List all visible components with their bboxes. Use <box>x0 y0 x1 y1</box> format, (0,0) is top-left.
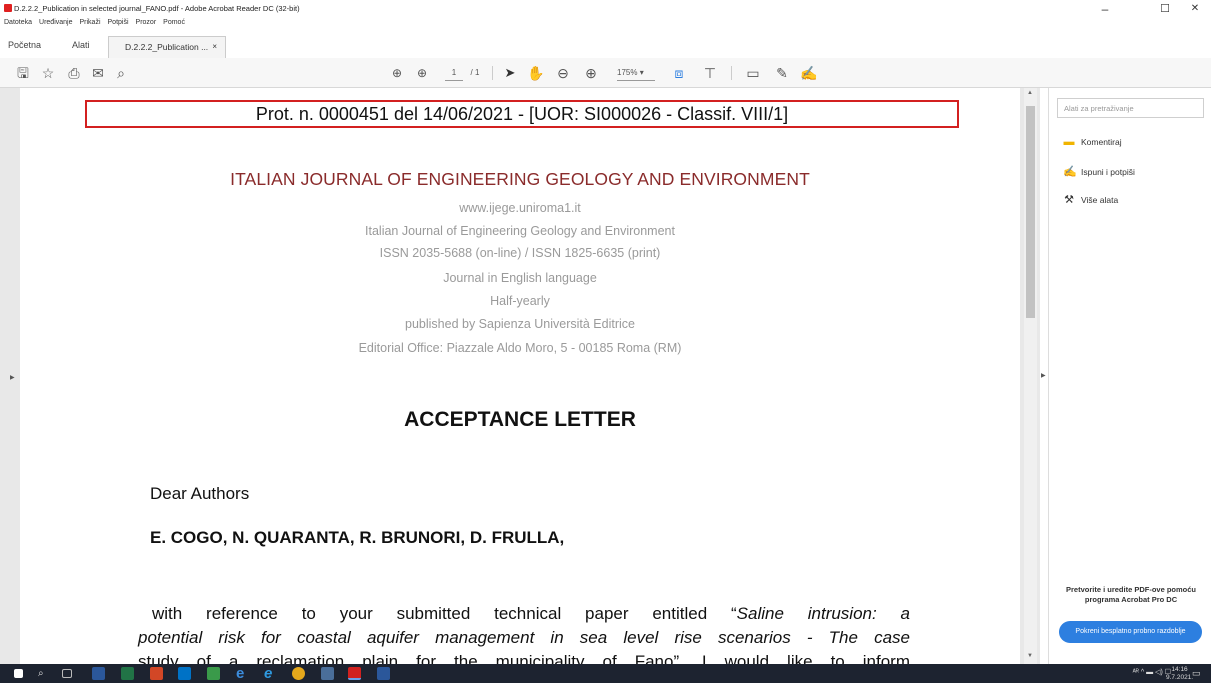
page-total: / 1 <box>470 68 480 77</box>
fit-page-icon[interactable]: ⧈ <box>668 65 690 81</box>
info-line: Journal in English language <box>443 271 597 285</box>
window-title: D.2.2.2_Publication in selected journal_… <box>14 4 300 13</box>
vertical-scrollbar[interactable]: ▲ ▼ <box>1024 88 1037 664</box>
tool-comment[interactable]: ▬ Komentiraj <box>1063 136 1122 148</box>
info-line: www.ijege.uniroma1.it <box>459 201 581 215</box>
page-number-input[interactable]: 1 <box>445 65 463 81</box>
info-line: Editorial Office: Piazzale Aldo Moro, 5 … <box>358 341 682 355</box>
right-pane-toggle-icon[interactable]: ▶ <box>1041 372 1046 379</box>
fill-sign-icon: ✍ <box>1063 166 1077 178</box>
comment-icon: ▬ <box>1063 136 1075 148</box>
tools-search-input[interactable]: Alati za pretraživanje <box>1057 98 1204 118</box>
bookmark-star-icon[interactable]: ☆ <box>40 65 56 81</box>
body-line-1: with reference to your submitted technic… <box>138 604 910 624</box>
close-tab-icon[interactable]: × <box>212 42 217 51</box>
body-line-3: study of a reclamation plain for the mun… <box>138 652 910 664</box>
word-icon[interactable] <box>92 667 105 680</box>
tab-tools[interactable]: Alati <box>72 40 90 50</box>
journal-title: ITALIAN JOURNAL OF ENGINEERING GEOLOGY A… <box>230 169 810 189</box>
outlook-icon[interactable] <box>178 667 191 680</box>
menu-uredivanje[interactable]: Uređivanje <box>39 19 72 26</box>
acrobat-taskbar-icon[interactable] <box>348 667 361 680</box>
author-list: E. COGO, N. QUARANTA, R. BRUNORI, D. FRU… <box>150 528 565 547</box>
close-button[interactable]: ✕ <box>1180 0 1210 18</box>
tool-comment-label: Komentiraj <box>1081 137 1122 147</box>
sign-icon[interactable]: ✍ <box>800 65 818 81</box>
toolbar-divider <box>731 66 732 80</box>
zoom-level-value: 175% <box>617 68 638 77</box>
taskbar: ⌕ e e ᴬᴿ ^ ▬ ◁) ☐ 14:16 9.7.2021. ▭ <box>0 664 1211 683</box>
scroll-down-icon[interactable]: ▼ <box>1027 653 1033 659</box>
body-line-2: potential risk for coastal aquifer manag… <box>138 628 910 647</box>
task-view-icon[interactable] <box>62 669 72 678</box>
next-page-icon[interactable]: ⊕ <box>415 65 429 81</box>
toolbar-divider <box>492 66 493 80</box>
tab-document[interactable]: D.2.2.2_Publication ... × <box>108 36 226 58</box>
maximize-button[interactable]: ☐ <box>1150 0 1180 18</box>
edge-icon[interactable]: e <box>236 666 249 681</box>
calculator-icon[interactable] <box>321 667 334 680</box>
left-pane-toggle-icon[interactable]: ▶ <box>10 374 15 381</box>
scroll-up-icon[interactable]: ▲ <box>1027 90 1033 96</box>
menu-pomoc[interactable]: Pomoć <box>163 19 185 26</box>
menu-prozor[interactable]: Prozor <box>136 19 157 26</box>
greeting: Dear Authors <box>150 484 250 503</box>
info-line: published by Sapienza Università Editric… <box>405 317 635 331</box>
free-trial-button[interactable]: Pokreni besplatno probno razdoblje <box>1059 621 1202 643</box>
more-tools-icon: ⚒ <box>1064 194 1074 206</box>
info-line: Italian Journal of Engineering Geology a… <box>365 224 675 238</box>
menu-bar: Datoteka Uređivanje Prikaži Potpiši Proz… <box>0 16 185 28</box>
tool-fill-sign-label: Ispuni i potpiši <box>1081 167 1135 177</box>
word-doc-icon[interactable] <box>377 667 390 680</box>
email-icon[interactable]: ✉ <box>90 65 106 81</box>
zoom-out-icon[interactable]: ⊖ <box>556 65 570 81</box>
title-bar: D.2.2.2_Publication in selected journal_… <box>0 0 1211 16</box>
toolbar: 🖫 ☆ ⎙ ✉ ⌕ ⊕ ⊕ 1 / 1 ➤ ✋ ⊖ ⊕ 175% ▾ ⧈ ⊤ ▭… <box>0 58 1211 88</box>
menu-datoteka[interactable]: Datoteka <box>4 19 32 26</box>
tool-fill-sign[interactable]: ✍ Ispuni i potpiši <box>1063 166 1135 178</box>
print-icon[interactable]: ⎙ <box>66 65 82 81</box>
search-icon[interactable]: ⌕ <box>38 667 51 680</box>
tab-home[interactable]: Početna <box>8 40 41 50</box>
tool-more[interactable]: ⚒ Više alata <box>1063 194 1118 206</box>
minimize-button[interactable]: – <box>1090 0 1120 18</box>
clock[interactable]: 14:16 9.7.2021. <box>1166 666 1193 681</box>
clock-date: 9.7.2021. <box>1166 673 1194 681</box>
save-icon[interactable]: 🖫 <box>16 65 30 81</box>
windows-start-icon[interactable] <box>14 669 23 678</box>
menu-prikazi[interactable]: Prikaži <box>80 19 101 26</box>
comment-icon[interactable]: ▭ <box>745 65 761 81</box>
body-line-1-title: Saline intrusion: a <box>736 604 910 623</box>
notifications-icon[interactable]: ▭ <box>1192 667 1205 680</box>
menu-potpisi[interactable]: Potpiši <box>108 19 129 26</box>
internet-explorer-icon[interactable]: e <box>264 666 277 681</box>
protocol-stamp: Prot. n. 0000451 del 14/06/2021 - [UOR: … <box>85 100 959 128</box>
scrollbar-thumb[interactable] <box>1026 106 1035 318</box>
clock-time: 14:16 <box>1171 666 1188 673</box>
promo-text: Pretvorite i uredite PDF-ove pomoću prog… <box>1065 585 1197 604</box>
powerpoint-icon[interactable] <box>150 667 163 680</box>
publisher-icon[interactable] <box>207 667 220 680</box>
previous-page-icon[interactable]: ⊕ <box>390 65 404 81</box>
body-line-1-text: with reference to your submitted technic… <box>152 604 737 623</box>
info-line: ISSN 2035-5688 (on-line) / ISSN 1825-663… <box>379 246 661 260</box>
select-cursor-icon[interactable]: ➤ <box>503 65 517 81</box>
pdf-page: Prot. n. 0000451 del 14/06/2021 - [UOR: … <box>20 88 1020 664</box>
zoom-in-icon[interactable]: ⊕ <box>584 65 598 81</box>
info-line: Half-yearly <box>490 294 550 308</box>
chrome-icon[interactable] <box>292 667 305 680</box>
letter-heading: ACCEPTANCE LETTER <box>404 408 636 431</box>
acrobat-app-icon <box>4 4 12 12</box>
excel-icon[interactable] <box>121 667 134 680</box>
scroll-mode-icon[interactable]: ⊤ <box>702 65 718 81</box>
search-icon[interactable]: ⌕ <box>113 65 129 81</box>
tool-more-label: Više alata <box>1081 195 1119 205</box>
tools-pane: Alati za pretraživanje ▬ Komentiraj ✍ Is… <box>1048 88 1211 664</box>
hand-tool-icon[interactable]: ✋ <box>527 65 544 81</box>
document-viewport[interactable]: Prot. n. 0000451 del 14/06/2021 - [UOR: … <box>0 88 1040 664</box>
highlight-pen-icon[interactable]: ✎ <box>774 65 790 81</box>
zoom-level-select[interactable]: 175% ▾ <box>617 65 655 81</box>
document-tab-label: D.2.2.2_Publication ... <box>125 42 209 52</box>
